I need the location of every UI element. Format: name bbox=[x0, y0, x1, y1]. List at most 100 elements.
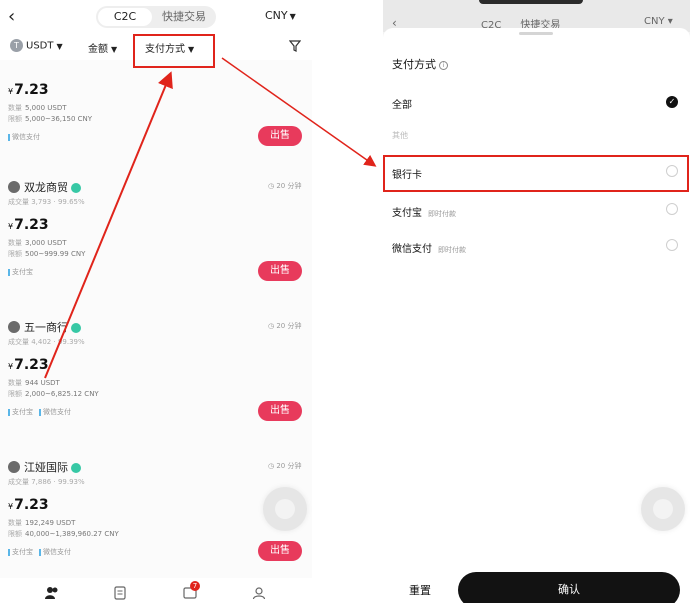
ad-limit: 限额 5,000~36,150 CNY bbox=[8, 114, 92, 124]
ad-limit-value: 5,000~36,150 CNY bbox=[25, 115, 93, 123]
ad-price: ¥7.23 bbox=[8, 82, 49, 98]
bottom-nav: 7 bbox=[0, 578, 312, 603]
sell-button[interactable]: 出售 bbox=[258, 541, 302, 561]
sell-button[interactable]: 出售 bbox=[258, 401, 302, 421]
ad-quantity: 数量 192,249 USDT bbox=[8, 518, 75, 528]
ad-price-value: 7.23 bbox=[14, 82, 49, 98]
reset-button[interactable]: 重置 bbox=[409, 582, 431, 598]
payment-method: 支付宝 bbox=[12, 408, 33, 416]
merchant-stats: 成交量 3,793 · 99.65% bbox=[8, 198, 85, 206]
currency-select: CNY ▾ bbox=[644, 16, 673, 27]
floating-assist-button[interactable] bbox=[641, 487, 685, 531]
ad-quantity-label: 数量 bbox=[8, 379, 22, 387]
payment-method: 微信支付 bbox=[43, 548, 71, 556]
merchant-stats: 成交量 4,402 · 99.39% bbox=[8, 338, 85, 346]
release-time-text: 20 分钟 bbox=[276, 462, 302, 470]
ad-price: ¥7.23 bbox=[8, 497, 49, 513]
wechat-pay-radio[interactable] bbox=[666, 239, 678, 251]
option-sub-label: 即时付款 bbox=[438, 246, 466, 254]
release-time-text: 20 分钟 bbox=[276, 182, 302, 190]
merchant-avatar[interactable] bbox=[8, 321, 20, 333]
ad-limit-value: 40,000~1,389,960.27 CNY bbox=[25, 530, 119, 538]
ad-price-value: 7.23 bbox=[14, 357, 49, 373]
ad-quantity-value: 192,249 USDT bbox=[25, 519, 76, 527]
ad-quantity: 数量 3,000 USDT bbox=[8, 238, 67, 248]
sheet-title-text: 支付方式 bbox=[392, 58, 436, 71]
merchant-name[interactable]: 五一商行 bbox=[24, 319, 81, 335]
payment-marker-icon bbox=[39, 548, 41, 556]
merchant-avatar[interactable] bbox=[8, 181, 20, 193]
verified-icon bbox=[71, 323, 81, 333]
ad-limit-value: 500~999.99 CNY bbox=[25, 250, 86, 258]
ad-price-value: 7.23 bbox=[14, 217, 49, 233]
currency-select[interactable]: CNY ▼ bbox=[265, 9, 296, 22]
payment-marker-icon bbox=[8, 548, 10, 556]
currency-symbol: ¥ bbox=[8, 362, 14, 371]
payment-method: 支付宝 bbox=[12, 268, 33, 276]
release-time: ◷ 20 分钟 bbox=[268, 462, 302, 470]
release-time-text: 20 分钟 bbox=[276, 322, 302, 330]
profile-icon[interactable] bbox=[252, 586, 266, 600]
payment-method: 支付宝 bbox=[12, 548, 33, 556]
sell-button[interactable]: 出售 bbox=[258, 126, 302, 146]
payment-method: 微信支付 bbox=[12, 133, 40, 141]
merchant-avatar[interactable] bbox=[8, 461, 20, 473]
release-time: ◷ 20 分钟 bbox=[268, 182, 302, 190]
option-label: 全部 bbox=[392, 100, 412, 111]
sell-button[interactable]: 出售 bbox=[258, 261, 302, 281]
back-icon[interactable]: ‹ bbox=[8, 6, 15, 27]
currency-symbol: ¥ bbox=[8, 222, 14, 231]
verified-icon bbox=[71, 463, 81, 473]
top-bar: ‹ C2C 快捷交易 CNY ▼ bbox=[0, 0, 312, 34]
confirm-button[interactable]: 确认 bbox=[458, 572, 680, 603]
option-wechat-pay[interactable]: 微信支付 即时付款 bbox=[392, 240, 466, 255]
ad-payment-methods: 微信支付 bbox=[8, 132, 46, 142]
ad-quantity-value: 944 USDT bbox=[25, 379, 60, 387]
people-icon[interactable] bbox=[45, 586, 59, 600]
merchant-name-text: 江娅国际 bbox=[24, 461, 68, 474]
merchant-name[interactable]: 双龙商贸 bbox=[24, 179, 81, 195]
sheet-handle[interactable] bbox=[519, 32, 553, 35]
ad-quantity: 数量 944 USDT bbox=[8, 378, 60, 388]
ad-payment-methods: 支付宝 微信支付 bbox=[8, 407, 77, 417]
info-icon[interactable]: i bbox=[439, 60, 448, 70]
payment-marker-icon bbox=[8, 133, 10, 141]
orders-icon[interactable] bbox=[113, 586, 127, 600]
checkmark-icon[interactable]: ✓ bbox=[666, 96, 678, 108]
ad-quantity-value: 3,000 USDT bbox=[25, 239, 67, 247]
caret-down-icon: ▼ bbox=[289, 12, 296, 21]
merchant-name[interactable]: 江娅国际 bbox=[24, 459, 81, 475]
currency-label: CNY bbox=[644, 16, 665, 27]
option-all[interactable]: 全部 bbox=[392, 96, 412, 111]
ad-payment-methods: 支付宝 bbox=[8, 267, 39, 277]
payment-marker-icon bbox=[39, 408, 41, 416]
option-sub-label: 即时付款 bbox=[428, 210, 456, 218]
ad-limit-label: 限额 bbox=[8, 115, 22, 123]
bank-card-highlight bbox=[383, 155, 689, 192]
ad-limit: 限额 500~999.99 CNY bbox=[8, 249, 85, 259]
tab-c2c[interactable]: C2C bbox=[98, 8, 152, 26]
verified-icon bbox=[71, 183, 81, 193]
ad-price-value: 7.23 bbox=[14, 497, 49, 513]
screenshot-stage: ‹ C2C 快捷交易 CNY ▼ T USDT ▼ 金额 ▼ 支付方式 ▼ ¥7.23 数… bbox=[0, 0, 690, 603]
ad-price: ¥7.23 bbox=[8, 357, 49, 373]
ad-quantity-value: 5,000 USDT bbox=[25, 104, 67, 112]
mode-segment: C2C 快捷交易 bbox=[96, 6, 216, 28]
ad-quantity-label: 数量 bbox=[8, 104, 22, 112]
ad-limit-label: 限额 bbox=[8, 530, 22, 538]
payment-method: 微信支付 bbox=[43, 408, 71, 416]
option-alipay[interactable]: 支付宝 即时付款 bbox=[392, 204, 456, 219]
floating-assist-button[interactable] bbox=[263, 487, 307, 531]
ad-limit-label: 限额 bbox=[8, 390, 22, 398]
payment-method-sheet-screen: ‹ C2C 快捷交易 CNY ▾ 支付方式 i 全部 ✓ 其他 银行卡 支付宝 即时… bbox=[383, 0, 690, 603]
ad-card: ¥7.23 数量 5,000 USDT 限额 5,000~36,150 CNY 微信… bbox=[0, 46, 312, 192]
currency-symbol: ¥ bbox=[8, 87, 14, 96]
ad-limit-label: 限额 bbox=[8, 250, 22, 258]
option-other[interactable]: 其他 bbox=[392, 130, 408, 141]
alipay-radio[interactable] bbox=[666, 203, 678, 215]
ad-limit-value: 2,000~6,825.12 CNY bbox=[25, 390, 99, 398]
ad-card: 双龙商贸 ◷ 20 分钟 成交量 3,793 · 99.65% ¥7.23 数量… bbox=[0, 181, 312, 327]
payment-marker-icon bbox=[8, 268, 10, 276]
option-label: 支付宝 bbox=[392, 208, 422, 219]
tab-quick-trade[interactable]: 快捷交易 bbox=[154, 8, 214, 26]
